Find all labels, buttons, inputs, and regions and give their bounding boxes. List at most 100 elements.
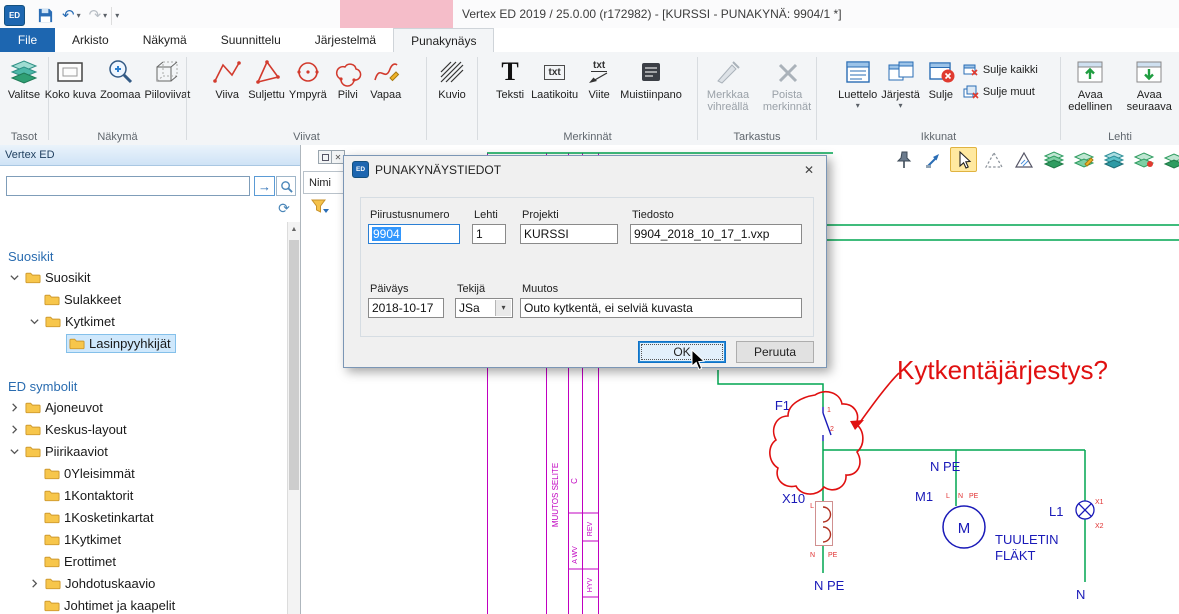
- tiedosto-input[interactable]: 9904_2018_10_17_1.vxp: [630, 224, 802, 244]
- tab-punakynays[interactable]: Punakynäys: [393, 28, 494, 52]
- piirustusnumero-input[interactable]: 9904: [368, 224, 460, 244]
- tab-file[interactable]: File: [0, 28, 55, 52]
- chevron-right-icon[interactable]: [8, 401, 21, 414]
- suljettu-button[interactable]: Suljettu: [246, 55, 287, 102]
- teksti-button[interactable]: T Teksti: [491, 55, 529, 102]
- sidebar-item-1kontaktorit[interactable]: 1Kontaktorit: [0, 484, 288, 506]
- main-area: Vertex ED → ⟳ Suosikit Suosikit Sulakkee…: [0, 145, 1179, 614]
- tree-scrollbar[interactable]: ▲: [287, 222, 300, 614]
- save-icon: [37, 7, 54, 24]
- kuvio-button[interactable]: Kuvio: [433, 55, 471, 102]
- panel-float-button[interactable]: [318, 150, 332, 164]
- laatikoitu-button[interactable]: txt Laatikoitu: [529, 55, 580, 102]
- muutos-input[interactable]: Outo kytkentä, ei selviä kuvasta: [520, 298, 802, 318]
- sidebar-item-johtimet-ja-kaapelit[interactable]: Johtimet ja kaapelit: [0, 594, 288, 614]
- qat-customize-icon[interactable]: ▾: [115, 11, 119, 20]
- jarjesta-button[interactable]: Järjestä ▾: [879, 55, 922, 111]
- search-input[interactable]: [6, 176, 250, 196]
- dashed-triangle-icon: [984, 150, 1004, 170]
- sidebar-item-suosikit[interactable]: Suosikit: [0, 266, 288, 288]
- dialog-close-button[interactable]: ✕: [800, 163, 818, 177]
- poista-merkinnat-button: Poista merkinnät: [758, 55, 816, 114]
- sidebar-item-erottimet[interactable]: Erottimet: [0, 550, 288, 572]
- sidebar-item-johdotuskaavio[interactable]: Johdotuskaavio: [0, 572, 288, 594]
- svg-text:PE: PE: [828, 552, 838, 559]
- tab-arkisto[interactable]: Arkisto: [55, 28, 126, 52]
- hatch-tool-button[interactable]: [1010, 147, 1037, 172]
- refresh-button[interactable]: ⟳: [272, 199, 296, 218]
- scroll-up-icon[interactable]: ▲: [288, 222, 300, 236]
- hatch-icon: [435, 56, 469, 88]
- annotation-arrow: [858, 373, 899, 425]
- layers-tool-button-1[interactable]: [1040, 147, 1067, 172]
- vapaa-button[interactable]: Vapaa: [367, 55, 405, 102]
- sidebar-item-ajoneuvot[interactable]: Ajoneuvot: [0, 396, 288, 418]
- save-button[interactable]: [37, 7, 54, 24]
- lehti-input[interactable]: 1: [472, 224, 506, 244]
- redline-freehand-icon: [369, 56, 403, 88]
- chevron-down-icon[interactable]: ▾: [495, 300, 511, 316]
- sulje-kaikki-button[interactable]: Sulje kaikki: [960, 61, 1041, 79]
- piiloviivat-button[interactable]: Piiloviivat: [142, 55, 192, 102]
- viite-button[interactable]: txt Viite: [580, 55, 618, 102]
- tab-nakyma[interactable]: Näkymä: [126, 28, 204, 52]
- undo-dropdown-icon[interactable]: ▾: [77, 11, 81, 20]
- sidebar-item-sulakkeet[interactable]: Sulakkeet: [0, 288, 288, 310]
- koko-kuva-button[interactable]: Koko kuva: [43, 55, 98, 102]
- ribbon-group-kuvio: Kuvio: [427, 52, 477, 145]
- chevron-down-icon[interactable]: [8, 445, 21, 458]
- ympyra-button[interactable]: Ympyrä: [287, 55, 329, 102]
- zoomaa-button[interactable]: Zoomaa: [98, 55, 142, 102]
- sidebar-item-kytkimet[interactable]: Kytkimet: [0, 310, 288, 332]
- viiva-button[interactable]: Viiva: [208, 55, 246, 102]
- sulje-muut-button[interactable]: Sulje muut: [960, 83, 1041, 101]
- triangle-tool-button[interactable]: [980, 147, 1007, 172]
- projekti-input[interactable]: KURSSI: [520, 224, 618, 244]
- undo-button[interactable]: ↶: [60, 8, 77, 24]
- guide-tool-button[interactable]: [920, 147, 947, 172]
- sidebar-item-1kosketinkartat[interactable]: 1Kosketinkartat: [0, 506, 288, 528]
- pin-icon: [894, 150, 914, 170]
- ok-button[interactable]: OK: [638, 341, 726, 363]
- sidebar-item-lasinpyyhkijat[interactable]: Lasinpyyhkijät: [0, 332, 288, 354]
- sidebar-item-piirikaaviot[interactable]: Piirikaaviot: [0, 440, 288, 462]
- tree-section-suosikit[interactable]: Suosikit: [0, 246, 288, 266]
- drawing-area[interactable]: MUUTOS SELITE C REV A WV HYV: [301, 145, 1179, 614]
- scrollbar-thumb[interactable]: [289, 240, 299, 490]
- tekija-select[interactable]: JSa ▾: [455, 298, 513, 318]
- avaa-edellinen-button[interactable]: Avaa edellinen: [1061, 55, 1120, 114]
- layers-tool-button-2[interactable]: [1070, 147, 1097, 172]
- chevron-right-icon[interactable]: [28, 577, 41, 590]
- chevron-right-icon[interactable]: [8, 423, 21, 436]
- tab-suunnittelu[interactable]: Suunnittelu: [204, 28, 298, 52]
- peruuta-button[interactable]: Peruuta: [736, 341, 814, 363]
- select-tool-button[interactable]: [950, 147, 977, 172]
- sidebar-item-keskus-layout[interactable]: Keskus-layout: [0, 418, 288, 440]
- valitse-button[interactable]: Valitse: [5, 55, 43, 102]
- luettelo-button[interactable]: Luettelo ▾: [836, 55, 879, 111]
- layers-tool-button-4[interactable]: [1130, 147, 1157, 172]
- layers-tool-button-3[interactable]: [1100, 147, 1127, 172]
- search-button[interactable]: [276, 176, 296, 196]
- paivays-input[interactable]: 2018-10-17: [368, 298, 444, 318]
- muistiinpano-button[interactable]: Muistiinpano: [618, 55, 684, 102]
- tree-section-ed-symbolit[interactable]: ED symbolit: [0, 376, 288, 396]
- filter-funnel-icon[interactable]: [311, 199, 329, 215]
- chevron-down-icon[interactable]: [28, 315, 41, 328]
- avaa-seuraava-button[interactable]: Avaa seuraava: [1120, 55, 1179, 114]
- dialog-titlebar[interactable]: ED PUNAKYNÄYSTIEDOT ✕: [344, 156, 826, 183]
- tab-jarjestelma[interactable]: Järjestelmä: [298, 28, 393, 52]
- chevron-down-icon[interactable]: [8, 271, 21, 284]
- layers-tool-button-5[interactable]: [1160, 147, 1179, 172]
- app-icon[interactable]: ED: [4, 5, 25, 26]
- sidebar-item-1kytkimet[interactable]: 1Kytkimet: [0, 528, 288, 550]
- pin-tool-button[interactable]: [890, 147, 917, 172]
- titleblock-labels: MUUTOS SELITE C REV A WV HYV: [551, 463, 594, 592]
- search-go-button[interactable]: →: [254, 176, 275, 196]
- sulje-button[interactable]: Sulje: [922, 55, 960, 102]
- pilvi-button[interactable]: Pilvi: [329, 55, 367, 102]
- sidebar-item-0yleisimmat[interactable]: 0Yleisimmät: [0, 462, 288, 484]
- svg-text:N: N: [958, 493, 963, 500]
- paivays-label: Päiväys: [370, 283, 409, 295]
- symbol-tree: Suosikit Suosikit Sulakkeet Kytkimet Las…: [0, 220, 288, 614]
